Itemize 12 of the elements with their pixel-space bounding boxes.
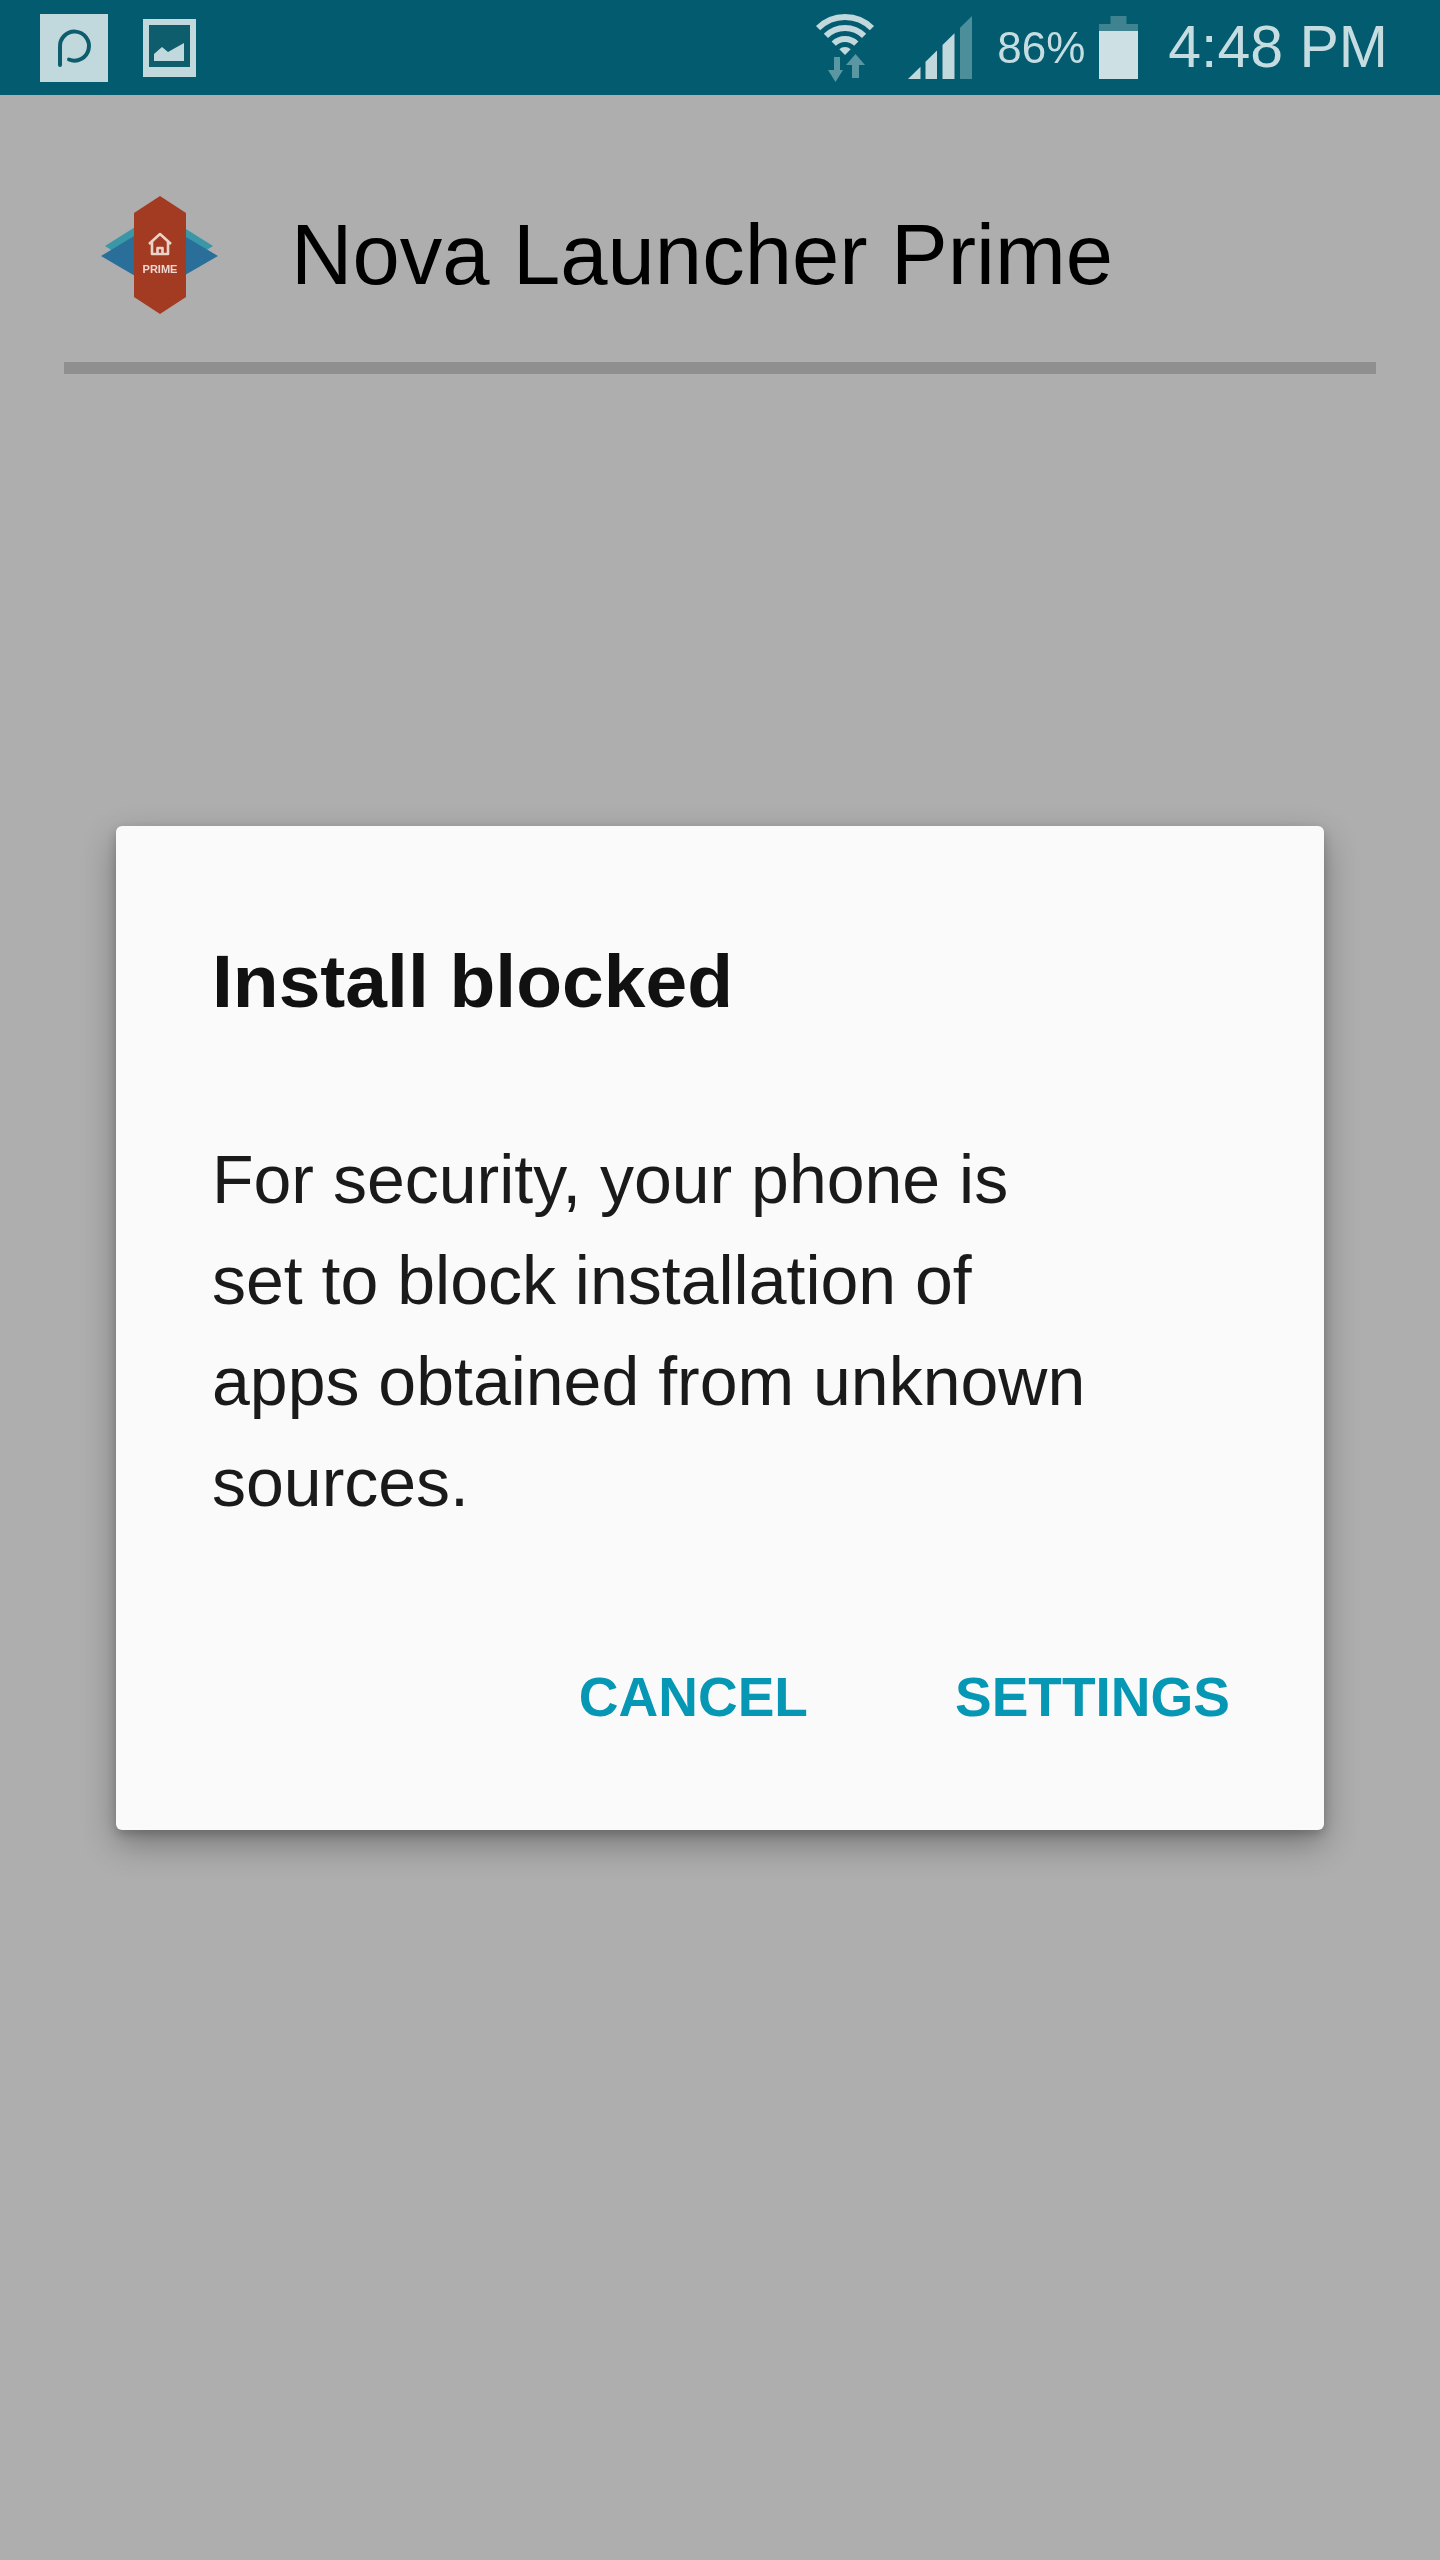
speech-bubble-icon <box>40 13 108 82</box>
clock: 4:48 PM <box>1168 18 1388 77</box>
dialog-action-button[interactable]: CANCEL <box>554 1634 832 1760</box>
app-title: Nova Launcher Prime <box>291 206 1114 304</box>
app-logo: PRIME <box>101 196 218 314</box>
dialog-title: Install blocked <box>212 938 734 1025</box>
battery-percentage: 86% <box>997 25 1086 70</box>
signal-icon <box>908 16 973 79</box>
image-icon <box>143 18 196 77</box>
dialog-message: For security, your phone is set to block installation of apps obtained from unknown sources. <box>212 1140 1087 1522</box>
dialog-action-button[interactable]: SETTINGS <box>930 1634 1254 1760</box>
battery-icon <box>1099 16 1139 79</box>
